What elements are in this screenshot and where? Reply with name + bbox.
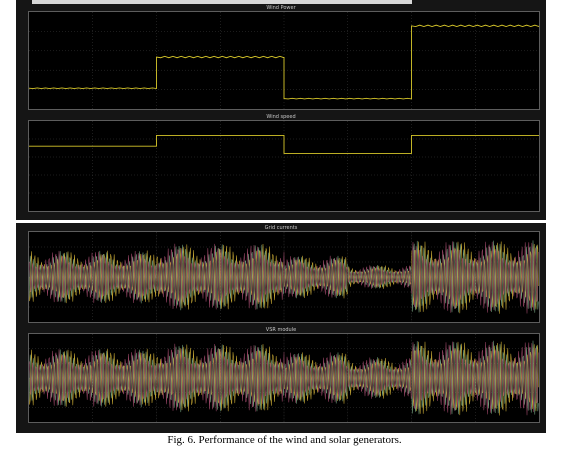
plot-svg — [29, 12, 539, 109]
plot-wind-speed — [28, 120, 540, 212]
plot-wind-power — [28, 11, 540, 110]
plot-grid-currents — [28, 231, 540, 323]
figure: Wind Power Wind speed Grid currents VSR … — [16, 0, 546, 433]
header-strip — [32, 0, 412, 4]
top-scope-panel: Wind Power Wind speed — [16, 0, 546, 220]
plot-svg — [29, 334, 539, 422]
figure-caption: Fig. 6. Performance of the wind and sola… — [167, 434, 402, 446]
plot-svg — [29, 121, 539, 211]
series-line — [29, 134, 539, 154]
plot-vsr-module — [28, 333, 540, 423]
plot-svg — [29, 232, 539, 322]
bottom-scope-panel: Grid currents VSR module — [16, 223, 546, 433]
